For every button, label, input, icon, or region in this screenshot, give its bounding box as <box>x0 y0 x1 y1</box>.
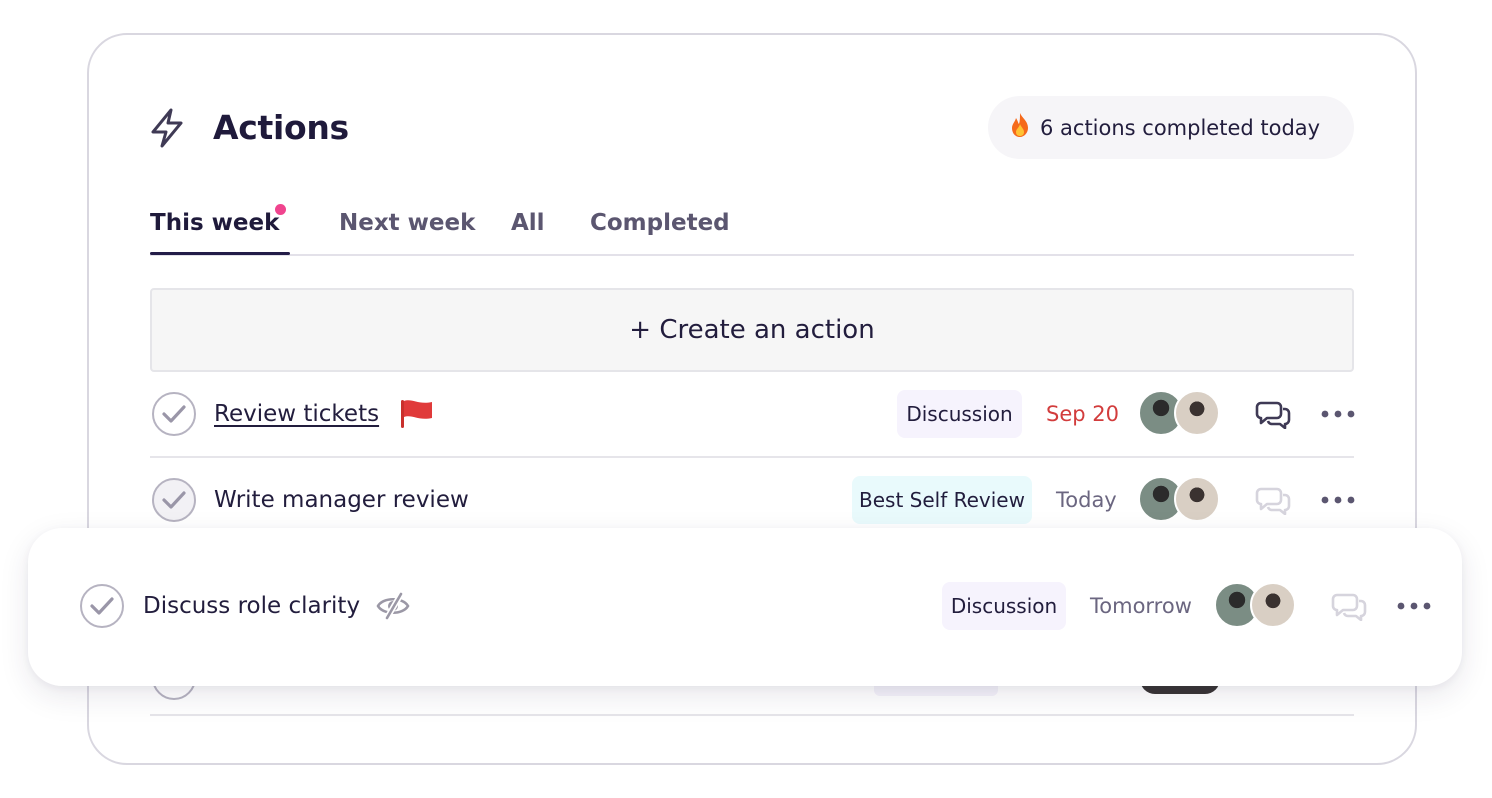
check-icon <box>162 491 186 509</box>
participants <box>1138 390 1222 436</box>
action-title-link[interactable]: Review tickets <box>214 399 379 429</box>
tab-all[interactable]: All <box>511 200 545 256</box>
tab-bar: This week Next week All Completed <box>150 200 1354 256</box>
category-tag: Discussion <box>897 390 1022 438</box>
check-icon <box>162 405 186 423</box>
avatar <box>1174 390 1220 436</box>
avatar <box>1250 582 1296 628</box>
create-action-button[interactable]: + Create an action <box>150 288 1354 372</box>
active-tab-indicator <box>150 252 290 255</box>
more-options-icon[interactable] <box>1320 485 1356 515</box>
due-date: Today <box>1056 488 1117 512</box>
action-title[interactable]: Write manager review <box>214 485 469 515</box>
action-title[interactable]: Discuss role clarity <box>143 591 360 621</box>
comments-icon[interactable] <box>1255 485 1291 515</box>
page-title: Actions <box>213 108 349 147</box>
comments-icon[interactable] <box>1331 591 1367 621</box>
comments-icon[interactable] <box>1255 399 1291 429</box>
more-options-icon[interactable] <box>1396 591 1432 621</box>
flame-icon <box>1012 112 1028 137</box>
red-flag-icon <box>401 400 432 428</box>
complete-checkbox[interactable] <box>152 478 196 522</box>
complete-checkbox[interactable] <box>80 584 124 628</box>
participants <box>1214 582 1298 628</box>
avatar <box>1174 476 1220 522</box>
due-date: Tomorrow <box>1090 594 1192 618</box>
participants <box>1138 476 1222 522</box>
row-divider <box>150 714 1354 716</box>
tab-this-week[interactable]: This week <box>150 200 279 256</box>
lightning-icon <box>151 108 183 148</box>
tab-next-week[interactable]: Next week <box>339 200 475 256</box>
eye-slash-icon <box>376 592 410 620</box>
actions-widget: Actions 6 actions completed today This w… <box>0 0 1492 798</box>
notification-dot <box>275 204 286 215</box>
category-tag: Discussion <box>942 582 1066 630</box>
streak-badge: 6 actions completed today <box>988 96 1354 159</box>
tab-completed[interactable]: Completed <box>590 200 730 256</box>
streak-text: 6 actions completed today <box>1040 115 1321 140</box>
complete-checkbox[interactable] <box>152 392 196 436</box>
category-tag: Best Self Review <box>852 476 1032 524</box>
more-options-icon[interactable] <box>1320 399 1356 429</box>
due-date: Sep 20 <box>1046 402 1119 426</box>
row-divider <box>150 456 1354 458</box>
check-icon <box>90 597 114 615</box>
